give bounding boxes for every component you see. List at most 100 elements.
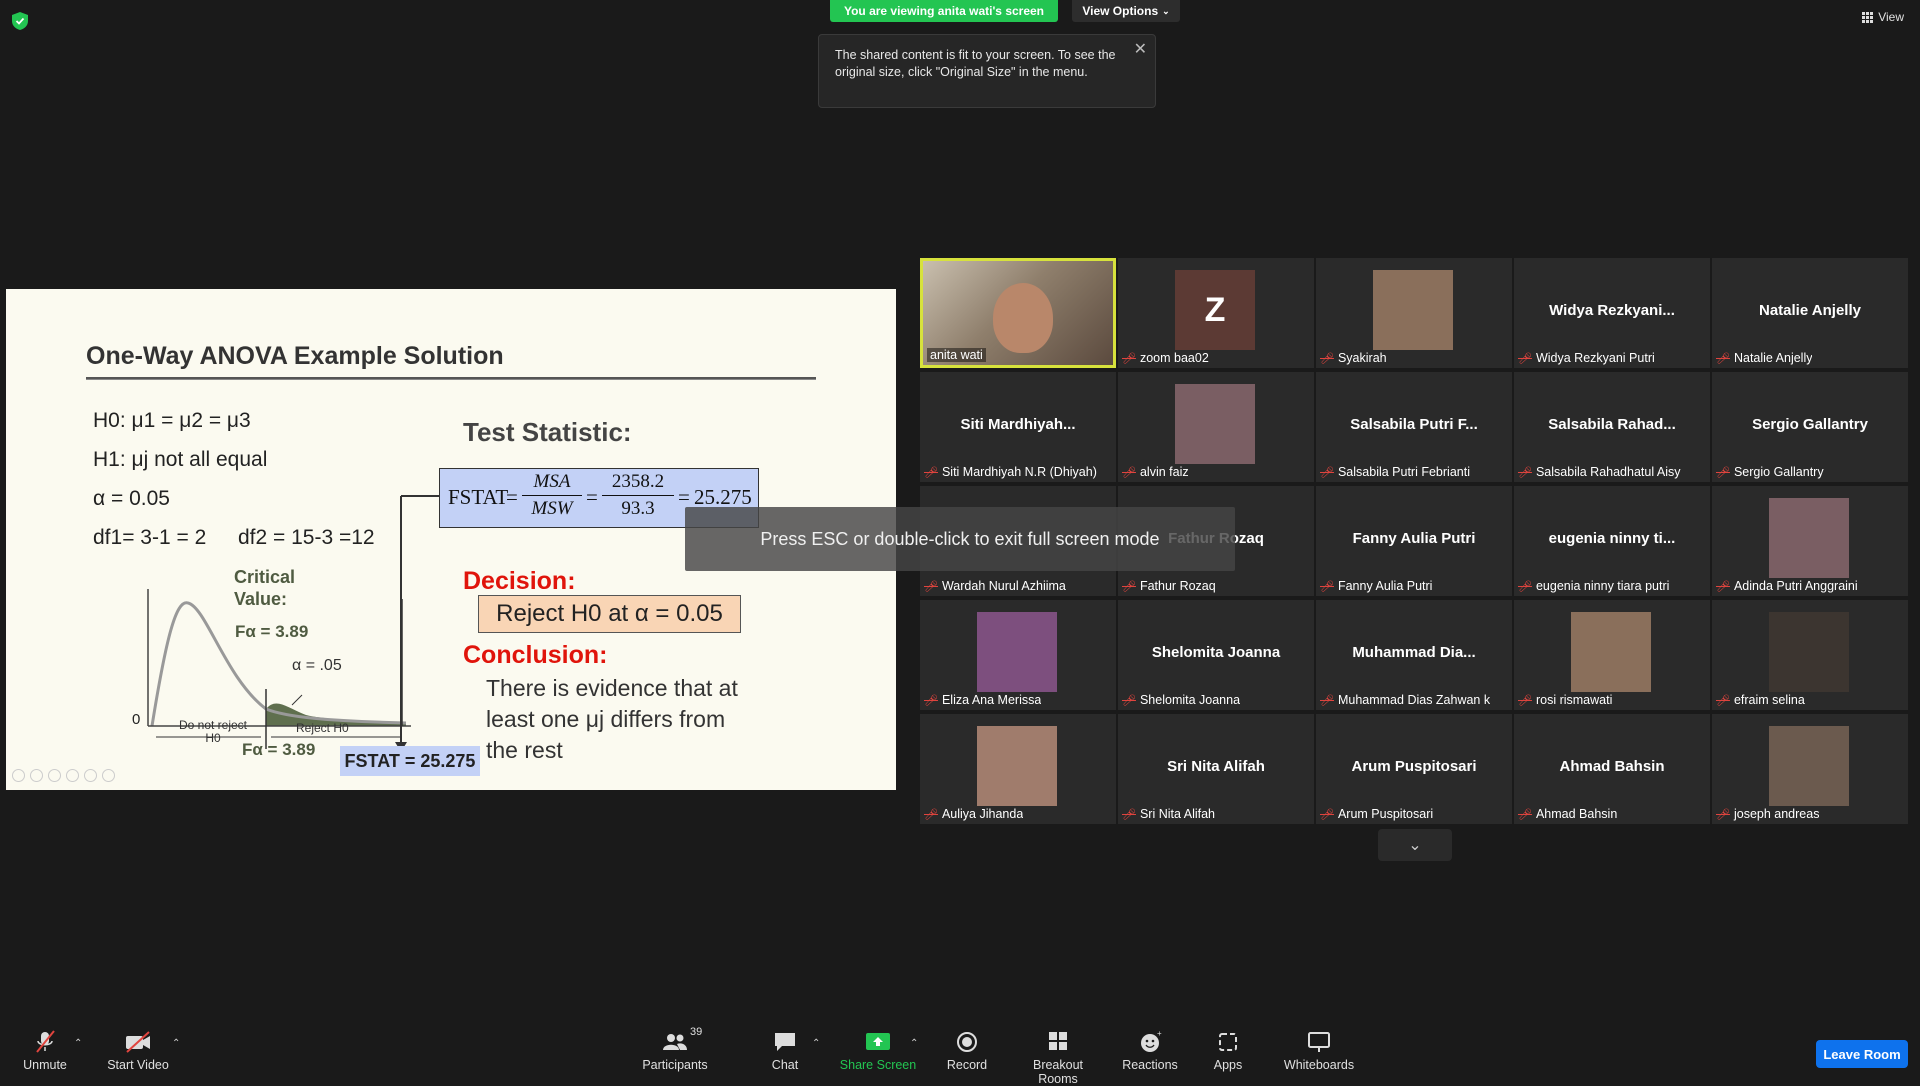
participants-button[interactable]: 39 Participants [640,1026,710,1072]
muted-mic-icon: 🎤︎ [1716,694,1730,707]
participant-name: zoom baa02 [1139,351,1209,365]
avatar-photo [977,726,1057,806]
participant-display-name: Salsabila Putri F... [1350,416,1478,433]
breakout-rooms-button[interactable]: Breakout Rooms [1012,1030,1104,1086]
participant-tile[interactable]: Widya Rezkyani... 🎤︎ Widya Rezkyani Putri [1514,258,1710,368]
participant-tile[interactable]: Sergio Gallantry 🎤︎ Sergio Gallantry [1712,372,1908,482]
f-distribution-curve [147,589,411,749]
chat-bubble-icon [775,1033,795,1051]
unmute-label: Unmute [23,1058,67,1072]
view-label: View [1878,10,1904,24]
view-button[interactable]: View [1862,10,1904,24]
grid-icon [1862,11,1874,23]
slide-zoom-icon[interactable] [84,769,97,782]
svg-text:+: + [1157,1030,1162,1038]
muted-mic-icon: 🎤︎ [1320,466,1334,479]
view-options-label: View Options [1082,4,1159,18]
gallery-next-page-button[interactable]: ⌄ [1378,829,1452,861]
participant-name: Fathur Rozaq [1139,579,1216,593]
participant-tile[interactable]: Arum Puspitosari 🎤︎ Arum Puspitosari [1316,714,1512,824]
slide-controls[interactable] [12,769,115,782]
participant-name: Salsabila Rahadhatul Aisy [1535,465,1681,479]
axis-zero: 0 [132,711,141,728]
participant-name: joseph andreas [1733,807,1820,821]
share-options-caret-icon[interactable]: ⌃ [910,1038,918,1049]
conclusion-heading: Conclusion: [463,641,608,669]
participant-tile[interactable]: 🎤︎ Adinda Putri Anggraini [1712,486,1908,596]
participant-name-label: 🎤︎ Fanny Aulia Putri [1320,579,1432,593]
muted-mic-icon: 🎤︎ [1518,580,1532,593]
leave-room-button[interactable]: Leave Room [1816,1040,1908,1068]
participant-name-label: 🎤︎ Shelomita Joanna [1122,693,1240,707]
participant-tile[interactable]: Salsabila Rahad... 🎤︎ Salsabila Rahadhatul… [1514,372,1710,482]
participant-name: Sri Nita Alifah [1139,807,1215,821]
participant-name-label: 🎤︎ Auliya Jihanda [924,807,1023,821]
participant-tile[interactable]: 🎤︎ rosi rismawati [1514,600,1710,710]
participant-tile[interactable]: 🎤︎ Eliza Ana Merissa [920,600,1116,710]
fraction-denominator-value: 93.3 [621,498,655,519]
breakout-rooms-label: Breakout Rooms [1032,1058,1084,1086]
participant-tile[interactable]: Z 🎤︎ zoom baa02 [1118,258,1314,368]
participant-tile[interactable]: Sri Nita Alifah 🎤︎ Sri Nita Alifah [1118,714,1314,824]
close-icon[interactable]: ✕ [1134,41,1147,58]
participant-tile[interactable]: 🎤︎ efraim selina [1712,600,1908,710]
fit-to-screen-tooltip: The shared content is fit to your screen… [818,34,1156,108]
participant-tile[interactable]: 🎤︎ Auliya Jihanda [920,714,1116,824]
muted-mic-icon: 🎤︎ [1122,580,1136,593]
participant-tile[interactable]: Salsabila Putri F... 🎤︎ Salsabila Putri Fe… [1316,372,1512,482]
null-hypothesis: H0: μ1 = μ2 = μ3 [93,409,251,432]
participant-name-label: 🎤︎ Sergio Gallantry [1716,465,1824,479]
participant-display-name: Siti Mardhiyah... [960,416,1076,433]
record-button[interactable]: Record [940,1030,994,1072]
view-options-button[interactable]: View Options ⌄ [1072,0,1180,22]
avatar-photo [1571,612,1651,692]
participant-name: Salsabila Putri Febrianti [1337,465,1470,479]
whiteboards-label: Whiteboards [1283,1058,1355,1072]
participant-tile[interactable]: anita wati [920,258,1116,368]
security-shield-icon[interactable] [12,12,28,30]
participant-name: anita wati [930,348,983,362]
whiteboards-button[interactable]: Whiteboards [1282,1030,1356,1072]
reactions-button[interactable]: + Reactions [1122,1030,1178,1072]
participant-display-name: Fanny Aulia Putri [1352,530,1476,547]
participant-tile[interactable]: Siti Mardhiyah... 🎤︎ Siti Mardhiyah N.R (D… [920,372,1116,482]
participant-tile[interactable]: Ahmad Bahsin 🎤︎ Ahmad Bahsin [1514,714,1710,824]
unmute-button[interactable]: Unmute [20,1030,70,1072]
start-video-button[interactable]: Start Video [106,1030,170,1072]
muted-mic-icon: 🎤︎ [1320,352,1334,365]
participant-display-name: eugenia ninny ti... [1548,530,1676,547]
share-screen-button[interactable]: Share Screen [838,1030,918,1072]
chat-label: Chat [771,1058,799,1072]
chevron-down-icon: ⌄ [1162,5,1170,16]
participant-tile[interactable]: Natalie Anjelly 🎤︎ Natalie Anjelly [1712,258,1908,368]
alpha-05-label: α = .05 [292,657,342,674]
title-divider [86,377,816,380]
participant-name-label: 🎤︎ Ahmad Bahsin [1518,807,1617,821]
muted-mic-icon: 🎤︎ [1320,808,1334,821]
participant-tile[interactable]: eugenia ninny ti... 🎤︎ eugenia ninny tiara… [1514,486,1710,596]
muted-mic-icon: 🎤︎ [1122,694,1136,707]
chat-button[interactable]: Chat [760,1030,810,1072]
participant-name: Shelomita Joanna [1139,693,1241,707]
video-options-caret-icon[interactable]: ⌃ [172,1038,180,1049]
chat-options-caret-icon[interactable]: ⌃ [812,1038,820,1049]
breakout-rooms-icon [1049,1032,1067,1050]
slide-grid-icon[interactable] [66,769,79,782]
audio-options-caret-icon[interactable]: ⌃ [74,1038,82,1049]
participant-name: Ahmad Bahsin [1535,807,1618,821]
slide-pen-icon[interactable] [48,769,61,782]
apps-button[interactable]: Apps [1200,1030,1256,1072]
apps-label: Apps [1213,1058,1243,1072]
slide-menu-icon[interactable] [102,769,115,782]
participant-tile[interactable]: 🎤︎ joseph andreas [1712,714,1908,824]
record-icon [957,1032,977,1052]
participant-tile[interactable]: Fanny Aulia Putri 🎤︎ Fanny Aulia Putri [1316,486,1512,596]
slide-prev-icon[interactable] [12,769,25,782]
avatar-photo [1175,384,1255,464]
participant-tile[interactable]: Shelomita Joanna 🎤︎ Shelomita Joanna [1118,600,1314,710]
share-screen-label: Share Screen [839,1058,917,1072]
participant-tile[interactable]: 🎤︎ alvin faiz [1118,372,1314,482]
participant-tile[interactable]: Muhammad Dia... 🎤︎ Muhammad Dias Zahwan k [1316,600,1512,710]
participant-tile[interactable]: 🎤︎ Syakirah [1316,258,1512,368]
slide-next-icon[interactable] [30,769,43,782]
